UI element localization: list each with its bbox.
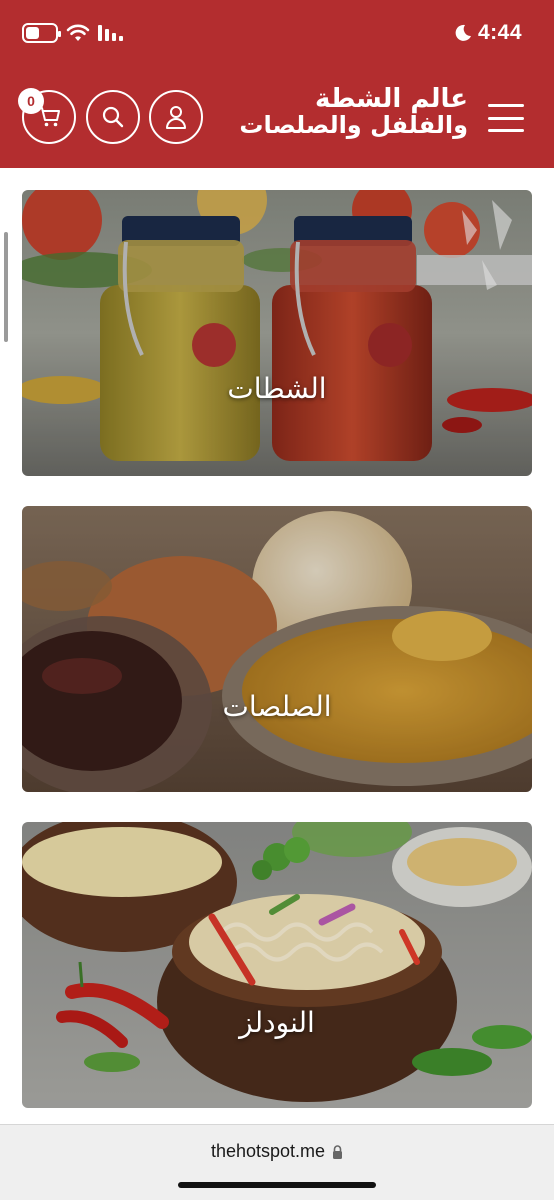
lock-icon — [333, 1145, 343, 1159]
menu-icon-bar — [488, 129, 524, 132]
scroll-indicator[interactable] — [4, 232, 8, 342]
search-icon — [102, 106, 124, 128]
menu-icon-bar — [488, 116, 524, 120]
category-card-sauces[interactable]: الصلصات — [22, 506, 532, 792]
category-label: الشطات — [227, 372, 327, 405]
app-header: 0 عالم الشطة والفلفل والصلصات — [0, 68, 554, 168]
sauce-bowls-image — [22, 506, 532, 792]
status-time: 4:44 — [477, 21, 522, 44]
account-button[interactable] — [149, 90, 203, 144]
wifi-icon — [66, 24, 90, 42]
moon-icon — [455, 24, 471, 41]
noodles-bowl-image — [22, 822, 532, 1108]
site-logo[interactable]: عالم الشطة والفلفل والصلصات — [236, 86, 468, 138]
category-card-hot-sauces[interactable]: الشطات — [22, 190, 532, 476]
hot-sauce-jars-image — [22, 190, 532, 476]
category-label: النودلز — [239, 1006, 315, 1039]
signal-icon — [98, 25, 124, 41]
cart-button[interactable]: 0 — [18, 88, 76, 144]
logo-line-1: عالم الشطة — [315, 84, 468, 114]
logo-line-2: والفلفل والصلصات — [239, 111, 468, 139]
status-icons-right: 4:44 — [454, 18, 522, 48]
search-button[interactable] — [86, 90, 140, 144]
menu-button[interactable] — [488, 104, 524, 132]
battery-icon — [22, 23, 61, 43]
url-text: thehotspot.me — [210, 1141, 326, 1161]
top-bar: 4:44 0 عالم الشطة والفلفل والصلصات — [0, 0, 554, 168]
home-indicator — [178, 1182, 376, 1188]
browser-address-bar[interactable]: thehotspot.me — [0, 1124, 554, 1200]
status-bar: 4:44 — [0, 0, 554, 68]
url-display[interactable]: thehotspot.me — [0, 1141, 554, 1162]
menu-icon-bar — [488, 104, 524, 107]
account-icon — [166, 106, 186, 129]
category-card-noodles[interactable]: النودلز — [22, 822, 532, 1108]
cart-count-badge: 0 — [18, 88, 44, 114]
category-label: الصلصات — [222, 690, 332, 723]
status-icons-left — [22, 22, 124, 44]
